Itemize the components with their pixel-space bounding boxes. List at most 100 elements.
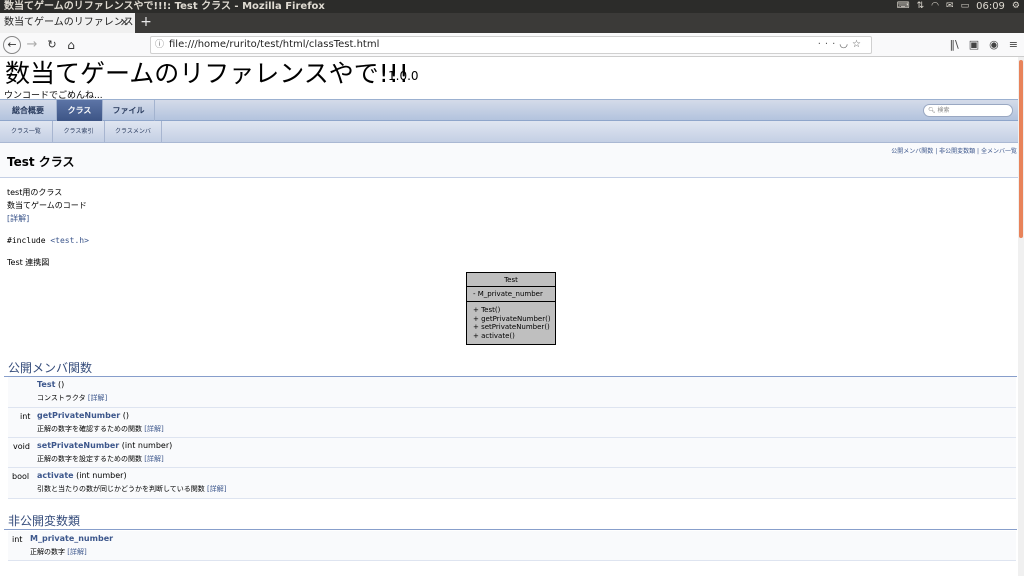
section-divider (4, 529, 1017, 530)
include-line: #include <test.h> (7, 234, 89, 247)
uml-method: + setPrivateNumber() (473, 323, 550, 331)
member-type: void (13, 442, 30, 451)
include-file-link[interactable]: <test.h> (50, 236, 89, 245)
member-signature: getPrivateNumber () (37, 411, 129, 420)
close-tab-icon[interactable]: ✕ (120, 13, 129, 33)
forward-arrow-icon[interactable]: → (25, 36, 39, 54)
collaboration-diagram[interactable]: Test - M_private_number + Test() + getPr… (466, 272, 556, 345)
page-content: 数当てゲームのリファレンスやで!!! 1.0.0 ウンコードでごめんね... 総… (0, 57, 1018, 576)
back-arrow-icon[interactable]: ← (3, 36, 21, 54)
uml-method: + Test() (473, 306, 501, 314)
pocket-icon[interactable]: ◡ (839, 39, 852, 50)
member-args: () (120, 411, 130, 420)
member-signature: M_private_number (30, 534, 113, 543)
member-desc-text: コンストラクタ (37, 394, 88, 402)
uml-methods: + Test() + getPrivateNumber() + setPriva… (467, 302, 555, 340)
tab-class-members[interactable]: クラスメンバ (105, 121, 162, 142)
scrollbar-thumb[interactable] (1019, 60, 1023, 238)
menu-icon[interactable]: ≡ (1009, 36, 1018, 54)
info-icon[interactable]: ⓘ (155, 37, 164, 53)
member-link[interactable]: getPrivateNumber (37, 411, 120, 420)
member-desc-text: 正解の数字を設定するための関数 (37, 455, 145, 463)
details-link[interactable]: [詳解] (7, 212, 29, 225)
url-text: file:///home/rurito/test/html/classTest.… (169, 39, 380, 50)
page-title: Test クラス (7, 155, 75, 169)
member-row: void setPrivateNumber (int number) 正解の数字… (8, 438, 1016, 468)
project-number: 1.0.0 (388, 69, 419, 83)
tab-class-index[interactable]: クラス索引 (53, 121, 105, 142)
tab-files[interactable]: ファイル (103, 100, 155, 121)
public-functions-heading: 公開メンバ関数 (8, 361, 93, 375)
system-tray[interactable]: ⌨ ⇅ ◠ ✉ ▭ 06:09 ⚙ (897, 0, 1020, 13)
window-title: 数当てゲームのリファレンスやで!!!: Test クラス - Mozilla F… (4, 1, 325, 12)
clock[interactable]: 06:09 (976, 0, 1005, 13)
uml-attribute: - M_private_number (467, 287, 555, 302)
include-prefix: #include (7, 236, 51, 245)
member-details-link[interactable]: [詳解] (144, 425, 163, 433)
bookmark-star-icon[interactable]: ☆ (852, 39, 865, 50)
navigation-toolbar: ← → ↻ ⌂ ⓘ file:///home/rurito/test/html/… (0, 33, 1024, 57)
reload-icon[interactable]: ↻ (45, 36, 59, 54)
more-actions-icon[interactable]: ··· (818, 39, 840, 50)
uml-method: + getPrivateNumber() (473, 314, 551, 323)
member-desc-text: 正解の数字 (30, 548, 68, 556)
summary-links: 公開メンバ関数 | 非公開変数類 | 全メンバ一覧 (891, 146, 1017, 155)
member-type: int (20, 412, 31, 421)
tab-classes[interactable]: クラス (57, 100, 103, 121)
summary-link-public-functions[interactable]: 公開メンバ関数 (891, 148, 933, 155)
tab-title: 数当てゲームのリファレンス (4, 17, 134, 28)
member-signature: Test () (37, 380, 64, 389)
sub-nav-tabs: クラス一覧 クラス索引 クラスメンバ (0, 121, 1018, 143)
member-signature: activate (int number) (37, 471, 127, 480)
browser-tab[interactable]: 数当てゲームのリファレンス ✕ (0, 13, 135, 33)
sidebar-icon[interactable]: ▣ (969, 36, 979, 54)
page-actions[interactable]: ···◡☆ (818, 37, 865, 53)
search-icon: 🔍︎ (928, 107, 936, 114)
member-row: Test () コンストラクタ [詳解] (8, 377, 1016, 408)
wifi-icon[interactable]: ◠ (931, 0, 939, 13)
member-args: () (55, 380, 65, 389)
summary-link-private-vars[interactable]: 非公開変数類 (939, 148, 975, 155)
tab-class-list[interactable]: クラス一覧 (0, 121, 53, 142)
member-link[interactable]: Test (37, 380, 55, 389)
settings-gear-icon[interactable]: ⚙ (1012, 0, 1020, 13)
member-details-link[interactable]: [詳解] (88, 394, 107, 402)
toolbar-right: ‖\ ▣ ◉ ≡ (950, 36, 1018, 54)
url-bar[interactable]: ⓘ file:///home/rurito/test/html/classTes… (150, 36, 872, 54)
library-icon[interactable]: ‖\ (950, 36, 959, 54)
member-description: コンストラクタ [詳解] (37, 393, 107, 403)
member-details-link[interactable]: [詳解] (144, 455, 163, 463)
member-description: 引数と当たりの数が同じかどうかを判断している関数 [詳解] (37, 484, 226, 494)
search-input[interactable]: 🔍︎ 検索 (923, 104, 1013, 117)
account-icon[interactable]: ◉ (989, 36, 999, 54)
member-link[interactable]: M_private_number (30, 534, 113, 543)
member-description: 正解の数字 [詳解] (30, 547, 87, 557)
member-desc-text: 引数と当たりの数が同じかどうかを判断している関数 (37, 485, 208, 493)
tab-overview[interactable]: 総合概要 (0, 100, 57, 121)
home-icon[interactable]: ⌂ (63, 36, 79, 54)
summary-link-all-members[interactable]: 全メンバ一覧 (981, 148, 1017, 155)
member-desc-text: 正解の数字を確認するための関数 (37, 425, 145, 433)
member-row: bool activate (int number) 引数と当たりの数が同じかど… (8, 468, 1016, 499)
member-link[interactable]: activate (37, 471, 74, 480)
member-link[interactable]: setPrivateNumber (37, 441, 119, 450)
member-row: int M_private_number 正解の数字 [詳解] (8, 531, 1016, 561)
member-details-link[interactable]: [詳解] (67, 548, 86, 556)
keyboard-icon[interactable]: ⌨ (897, 0, 910, 13)
member-details-link[interactable]: [詳解] (207, 485, 226, 493)
mail-icon[interactable]: ✉ (946, 0, 954, 13)
search-placeholder: 検索 (937, 107, 950, 114)
battery-icon[interactable]: ▭ (961, 0, 970, 13)
page-header: 公開メンバ関数 | 非公開変数類 | 全メンバ一覧 Test クラス (0, 143, 1018, 178)
member-signature: setPrivateNumber (int number) (37, 441, 172, 450)
brief-line-1: test用のクラス (7, 188, 63, 197)
member-row: int getPrivateNumber () 正解の数字を確認するための関数 … (8, 408, 1016, 438)
uml-class-name: Test (467, 273, 555, 287)
member-description: 正解の数字を設定するための関数 [詳解] (37, 454, 164, 464)
private-vars-heading: 非公開変数類 (8, 514, 81, 528)
new-tab-icon[interactable]: + (138, 13, 154, 33)
member-type: int (12, 535, 23, 544)
sync-icon[interactable]: ⇅ (917, 0, 925, 13)
uml-method: + activate() (473, 331, 515, 340)
brief-line-2: 数当てゲームのコード (7, 201, 87, 210)
